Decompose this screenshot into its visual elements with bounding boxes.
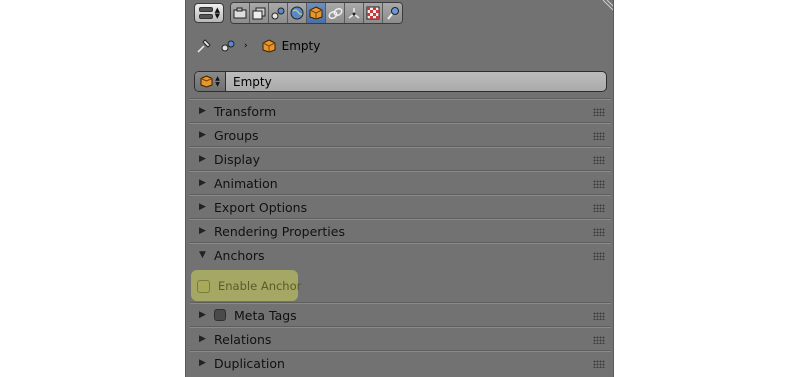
chevron-right-icon: ›: [244, 41, 248, 51]
checkbox-box[interactable]: [197, 279, 210, 293]
collapsed-triangle-icon: ▶: [199, 178, 206, 188]
physics-icon: [386, 7, 399, 20]
meta-tags-checkbox[interactable]: [214, 309, 226, 321]
tab-render-layers[interactable]: [250, 3, 269, 23]
panel-relations[interactable]: ▶ Relations: [190, 327, 611, 350]
editor-type-menu-button[interactable]: ▲ ▼: [194, 3, 224, 23]
panel-title: Duplication: [214, 355, 285, 371]
object-name-field[interactable]: ▲ ▼ Empty: [194, 71, 607, 92]
properties-editor: ▲ ▼ › Empty ▲ ▼ Empty ▶ Transform ▶ Grou…: [185, 0, 614, 377]
area-resize-corner-icon[interactable]: [601, 0, 613, 12]
panel-groups[interactable]: ▶ Groups: [190, 123, 611, 146]
object-icon: [262, 39, 276, 53]
collapsed-triangle-icon: ▶: [199, 358, 206, 368]
drag-grip-icon[interactable]: [593, 108, 605, 116]
tab-constraints[interactable]: [326, 3, 345, 23]
panel-title: Rendering Properties: [214, 223, 345, 239]
constraints-icon: [327, 7, 343, 19]
panel-transform[interactable]: ▶ Transform: [190, 99, 611, 122]
drag-grip-icon[interactable]: [593, 156, 605, 164]
tab-physics[interactable]: [383, 3, 402, 23]
texture-icon: [366, 6, 380, 20]
object-name-value: Empty: [233, 74, 272, 89]
scene-icon: [271, 7, 285, 19]
scene-icon: [221, 40, 235, 52]
drag-grip-icon[interactable]: [593, 360, 605, 368]
object-icon: [200, 75, 213, 88]
tab-world[interactable]: [288, 3, 307, 23]
panel-export-options[interactable]: ▶ Export Options: [190, 195, 611, 218]
drag-grip-icon[interactable]: [593, 252, 605, 260]
panel-title: Animation: [214, 175, 278, 191]
up-down-arrow-icon: ▲ ▼: [215, 74, 220, 88]
panel-title: Export Options: [214, 199, 308, 215]
world-icon: [290, 6, 304, 20]
panel-title: Meta Tags: [234, 307, 297, 323]
up-down-arrow-icon: ▲ ▼: [214, 6, 220, 20]
tab-scene[interactable]: [269, 3, 288, 23]
editor-header: ▲ ▼: [194, 2, 403, 24]
collapsed-triangle-icon: ▶: [199, 130, 206, 140]
drag-grip-icon[interactable]: [593, 312, 605, 320]
render-layers-icon: [252, 7, 266, 19]
tab-render[interactable]: [231, 3, 250, 23]
drag-grip-icon[interactable]: [593, 180, 605, 188]
panel-meta-tags[interactable]: ▶ Meta Tags: [190, 303, 611, 326]
panel-rendering-properties[interactable]: ▶ Rendering Properties: [190, 219, 611, 242]
panel-anchors[interactable]: ▼ Anchors: [190, 243, 611, 266]
panel-title: Transform: [214, 103, 277, 119]
drag-grip-icon[interactable]: [593, 336, 605, 344]
collapsed-triangle-icon: ▶: [199, 154, 206, 164]
expanded-triangle-icon: ▼: [199, 250, 206, 260]
drag-grip-icon[interactable]: [593, 228, 605, 236]
pin-icon[interactable]: [196, 38, 212, 54]
tab-texture[interactable]: [364, 3, 383, 23]
panel-duplication[interactable]: ▶ Duplication: [190, 351, 611, 374]
object-icon: [309, 6, 323, 20]
collapsed-triangle-icon: ▶: [199, 334, 206, 344]
drag-grip-icon[interactable]: [593, 204, 605, 212]
collapsed-triangle-icon: ▶: [199, 106, 206, 116]
panel-title: Relations: [214, 331, 272, 347]
enable-anchor-label: Enable Anchor: [218, 279, 302, 293]
enable-anchor-checkbox[interactable]: Enable Anchor: [197, 278, 301, 294]
panel-display[interactable]: ▶ Display: [190, 147, 611, 170]
panel-title: Groups: [214, 127, 259, 143]
collapsed-triangle-icon: ▶: [199, 202, 206, 212]
tab-modifiers[interactable]: [345, 3, 364, 23]
breadcrumb-object-name: Empty: [281, 39, 321, 53]
drag-grip-icon[interactable]: [593, 132, 605, 140]
collapsed-triangle-icon: ▶: [199, 310, 206, 320]
tab-object[interactable]: [307, 3, 326, 23]
panel-title: Anchors: [214, 247, 265, 263]
context-tabs: [230, 2, 403, 24]
modifiers-icon: [348, 8, 360, 19]
render-icon: [233, 7, 247, 19]
breadcrumb: › Empty: [196, 36, 320, 56]
panel-title: Display: [214, 151, 261, 167]
collapsed-triangle-icon: ▶: [199, 226, 206, 236]
panel-animation[interactable]: ▶ Animation: [190, 171, 611, 194]
object-type-selector[interactable]: ▲ ▼: [195, 72, 226, 91]
